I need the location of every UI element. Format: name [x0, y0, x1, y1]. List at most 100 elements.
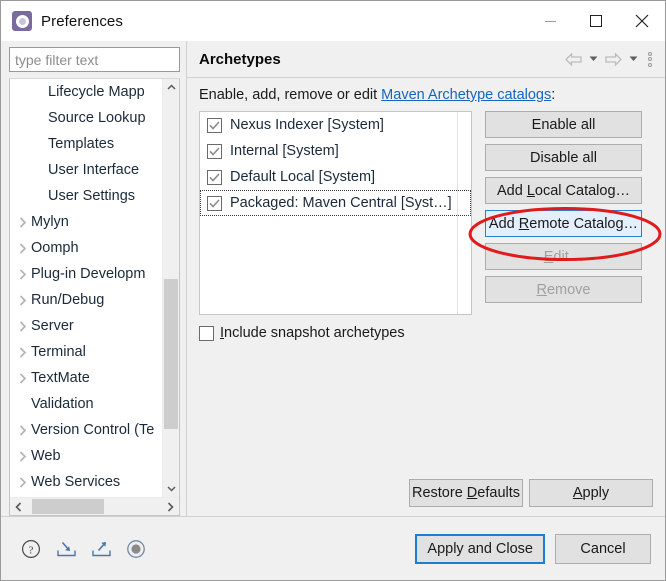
sidebar-item-label: Web: [31, 448, 61, 464]
toggle-icon[interactable]: [124, 537, 148, 561]
help-icon[interactable]: ?: [19, 537, 43, 561]
enable-all-button[interactable]: Enable all: [485, 111, 642, 138]
sidebar-item-server[interactable]: Server: [10, 313, 163, 339]
sidebar-item-label: Version Control (Te: [31, 422, 155, 438]
tree-scrollbar-thumb[interactable]: [164, 279, 178, 429]
include-snapshot-label: Include snapshot archetypes: [220, 325, 405, 341]
footer-buttons: Apply and Close Cancel: [415, 533, 651, 564]
back-arrow-icon[interactable]: [563, 48, 583, 70]
sidebar-item-label: Lifecycle Mapp: [48, 84, 145, 100]
catalog-list[interactable]: Nexus Indexer [System] Internal [System] D…: [199, 111, 472, 315]
sidebar-item-mylyn[interactable]: Mylyn: [10, 209, 163, 235]
chevron-right-icon[interactable]: [14, 294, 31, 306]
filter-container: [1, 47, 186, 78]
tree-hscrollbar-thumb[interactable]: [32, 499, 104, 514]
forward-history-chevron-down-icon[interactable]: [625, 48, 641, 70]
tree-vertical-scrollbar[interactable]: [162, 79, 179, 497]
sidebar-item-web[interactable]: Web: [10, 443, 163, 469]
sidebar-item-source-lookup[interactable]: Source Lookup: [10, 105, 163, 131]
edit-button: Edit…: [485, 243, 642, 270]
sidebar-item-web-services[interactable]: Web Services: [10, 469, 163, 495]
tree-scroll-area: Lifecycle Mapp Source Lookup Templates User…: [10, 79, 179, 497]
description-suffix: :: [551, 87, 556, 103]
disable-all-button[interactable]: Disable all: [485, 144, 642, 171]
catalog-list-item[interactable]: Nexus Indexer [System]: [200, 112, 471, 138]
sidebar-item-templates[interactable]: Templates: [10, 131, 163, 157]
back-history-chevron-down-icon[interactable]: [585, 48, 601, 70]
sidebar-item-run-debug[interactable]: Run/Debug: [10, 287, 163, 313]
catalog-checkbox[interactable]: [207, 117, 222, 133]
vertical-dots-icon[interactable]: [643, 48, 657, 70]
chevron-right-icon[interactable]: [14, 424, 31, 436]
sidebar-item-label: User Interface: [48, 162, 140, 178]
tree-horizontal-scrollbar[interactable]: [10, 497, 179, 515]
search-input[interactable]: [9, 47, 180, 72]
catalog-checkbox[interactable]: [207, 143, 222, 159]
catalog-label: Default Local [System]: [230, 169, 376, 185]
sidebar-item-label: Server: [31, 318, 74, 334]
chevron-right-icon[interactable]: [14, 320, 31, 332]
sidebar-item-terminal[interactable]: Terminal: [10, 339, 163, 365]
sidebar-item-version-control-te[interactable]: Version Control (Te: [10, 417, 163, 443]
scroll-up-icon[interactable]: [163, 79, 179, 95]
footer-icon-group: ?: [19, 537, 148, 561]
catalog-label: Internal [System]: [230, 143, 339, 159]
catalog-list-item[interactable]: Internal [System]: [200, 138, 471, 164]
apply-button[interactable]: Apply: [529, 479, 653, 507]
export-icon[interactable]: [89, 537, 113, 561]
description-prefix: Enable, add, remove or edit: [199, 87, 382, 103]
sidebar-item-label: Web Services: [31, 474, 121, 490]
preferences-tree: Lifecycle Mapp Source Lookup Templates User…: [9, 78, 180, 516]
sidebar-item-label: TextMate: [31, 370, 90, 386]
sidebar-item-oomph[interactable]: Oomph: [10, 235, 163, 261]
title-bar: Preferences: [1, 1, 665, 41]
button-label: Remove: [536, 281, 591, 298]
import-icon[interactable]: [54, 537, 78, 561]
sidebar-item-label: Run/Debug: [31, 292, 105, 308]
sidebar-item-textmate[interactable]: TextMate: [10, 365, 163, 391]
apply-and-close-button[interactable]: Apply and Close: [415, 533, 545, 564]
scroll-down-icon[interactable]: [163, 481, 179, 497]
dialog-footer: ? Apply and Close Cancel: [1, 517, 665, 580]
panel-body: Enable, add, remove or edit Maven Archet…: [187, 78, 665, 516]
catalog-checkbox[interactable]: [207, 195, 222, 211]
sidebar-item-plug-in-developm[interactable]: Plug-in Developm: [10, 261, 163, 287]
chevron-right-icon[interactable]: [14, 216, 31, 228]
window-title: Preferences: [41, 12, 123, 30]
maven-archetype-catalogs-link[interactable]: Maven Archetype catalogs: [381, 87, 551, 103]
catalog-list-item[interactable]: Default Local [System]: [200, 164, 471, 190]
panel-footer-buttons: Restore Defaults Apply: [199, 479, 653, 516]
minimize-button[interactable]: [527, 1, 573, 41]
chevron-right-icon[interactable]: [14, 268, 31, 280]
add-remote-catalog-button[interactable]: Add Remote Catalog…: [485, 210, 642, 237]
add-local-catalog-button[interactable]: Add Local Catalog…: [485, 177, 642, 204]
sidebar-item-lifecycle-mapp[interactable]: Lifecycle Mapp: [10, 79, 163, 105]
maximize-button[interactable]: [573, 1, 619, 41]
preferences-sidebar: Lifecycle Mapp Source Lookup Templates User…: [1, 41, 186, 516]
catalog-list-item[interactable]: Packaged: Maven Central [Syst…]: [200, 190, 471, 216]
catalog-list-divider: [457, 112, 458, 314]
chevron-right-icon[interactable]: [14, 242, 31, 254]
forward-arrow-icon[interactable]: [603, 48, 623, 70]
sidebar-item-label: User Settings: [48, 188, 136, 204]
include-snapshot-checkbox[interactable]: [199, 325, 214, 341]
chevron-right-icon[interactable]: [14, 346, 31, 358]
cancel-button[interactable]: Cancel: [555, 533, 651, 564]
restore-defaults-button[interactable]: Restore Defaults: [409, 479, 523, 507]
chevron-right-icon[interactable]: [14, 476, 31, 488]
include-snapshot-archetypes-row[interactable]: Include snapshot archetypes: [199, 325, 653, 341]
close-icon[interactable]: [619, 1, 665, 41]
catalog-label: Nexus Indexer [System]: [230, 117, 384, 133]
sidebar-item-validation[interactable]: Validation: [10, 391, 163, 417]
chevron-right-icon[interactable]: [14, 372, 31, 384]
button-label: Add Local Catalog…: [496, 182, 631, 199]
scroll-left-icon[interactable]: [10, 498, 27, 515]
sidebar-item-user-interface[interactable]: User Interface: [10, 157, 163, 183]
sidebar-item-label: Plug-in Developm: [31, 266, 146, 282]
button-label: Disable all: [530, 149, 597, 166]
scroll-right-icon[interactable]: [162, 498, 179, 515]
catalog-checkbox[interactable]: [207, 169, 222, 185]
sidebar-item-label: Terminal: [31, 344, 86, 360]
sidebar-item-user-settings[interactable]: User Settings: [10, 183, 163, 209]
chevron-right-icon[interactable]: [14, 450, 31, 462]
